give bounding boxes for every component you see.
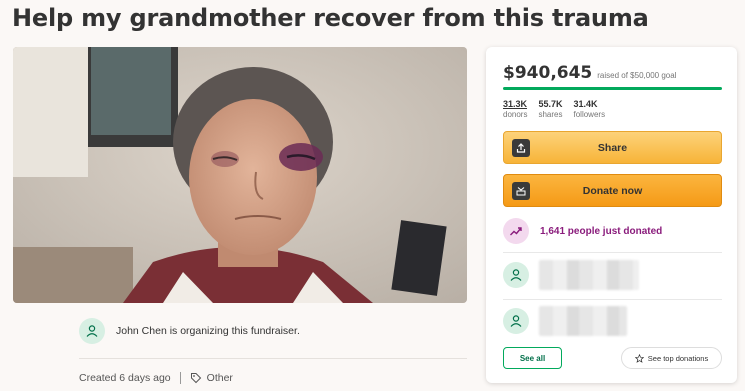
category-link[interactable]: Other bbox=[190, 372, 233, 384]
donor-avatar bbox=[503, 262, 529, 288]
redacted-donor-info bbox=[539, 306, 627, 336]
stat-label: followers bbox=[573, 110, 606, 119]
stat-label: shares bbox=[538, 110, 563, 119]
campaign-photo bbox=[13, 47, 467, 303]
donate-label: Donate now bbox=[582, 184, 643, 197]
stat-value: 31.4K bbox=[573, 99, 598, 109]
divider bbox=[79, 358, 467, 359]
category-label: Other bbox=[206, 372, 233, 384]
donor-item bbox=[503, 260, 639, 290]
goal-text: raised of $50,000 goal bbox=[597, 71, 677, 80]
trending-up-icon bbox=[510, 227, 522, 236]
see-all-button[interactable]: See all bbox=[503, 347, 562, 369]
trend-badge bbox=[503, 218, 529, 244]
progress-fill bbox=[503, 87, 722, 90]
created-date: Created 6 days ago bbox=[79, 372, 171, 384]
donate-button[interactable]: Donate now bbox=[503, 174, 722, 207]
organizer-row: John Chen is organizing this fundraiser. bbox=[79, 318, 300, 344]
trend-text: 1,641 people just donated bbox=[540, 225, 663, 237]
divider bbox=[503, 299, 722, 300]
organizer-avatar bbox=[79, 318, 105, 344]
raised-row: $940,645 raised of $50,000 goal bbox=[503, 63, 676, 83]
share-icon bbox=[512, 139, 530, 157]
star-icon bbox=[634, 353, 644, 363]
recent-donations-row: 1,641 people just donated bbox=[503, 218, 662, 244]
stat-label: donors bbox=[503, 110, 528, 119]
donate-icon bbox=[512, 182, 530, 200]
meta-separator bbox=[179, 372, 181, 384]
organizer-text: John Chen is organizing this fundraiser. bbox=[116, 325, 300, 337]
stat-value: 55.7K bbox=[538, 99, 563, 109]
redacted-donor-info bbox=[539, 260, 639, 290]
share-label: Share bbox=[597, 141, 628, 154]
progress-bar bbox=[503, 87, 722, 90]
donor-avatar bbox=[503, 308, 529, 334]
tag-icon bbox=[190, 373, 201, 384]
see-top-donations-button[interactable]: See top donations bbox=[621, 347, 722, 369]
donor-item bbox=[503, 306, 627, 336]
stats-row: 31.3K donors 55.7K shares 31.4K follower… bbox=[503, 99, 605, 119]
stat-donors[interactable]: 31.3K donors bbox=[503, 99, 527, 119]
campaign-meta: Created 6 days ago Other bbox=[79, 372, 233, 384]
stat-value: 31.3K bbox=[503, 99, 528, 109]
page-title: Help my grandmother recover from this tr… bbox=[12, 4, 649, 32]
person-icon bbox=[510, 269, 522, 281]
person-icon bbox=[86, 325, 98, 337]
stat-shares: 55.7K shares bbox=[538, 99, 562, 119]
stat-followers: 31.4K followers bbox=[574, 99, 606, 119]
see-top-label: See top donations bbox=[647, 353, 709, 363]
share-button[interactable]: Share bbox=[503, 131, 722, 164]
divider bbox=[503, 252, 722, 253]
donation-card: $940,645 raised of $50,000 goal 31.3K do… bbox=[486, 47, 737, 383]
raised-amount: $940,645 bbox=[503, 63, 593, 83]
person-icon bbox=[510, 315, 522, 327]
campaign-photo-image bbox=[13, 47, 467, 303]
